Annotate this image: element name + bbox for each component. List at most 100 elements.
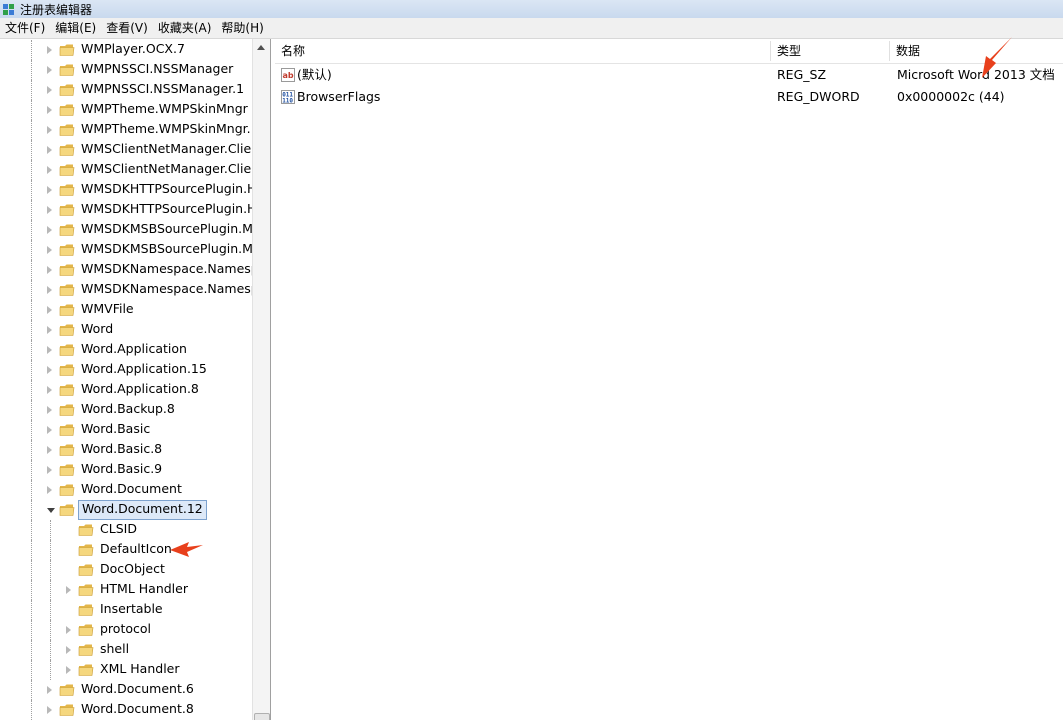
folder-icon (59, 123, 75, 137)
tree-item[interactable]: protocol (0, 620, 252, 640)
folder-icon (78, 563, 94, 577)
tree-guide-line (31, 200, 32, 220)
folder-icon (59, 303, 75, 317)
column-header-name[interactable]: 名称 (275, 39, 775, 63)
expand-arrow-icon[interactable] (47, 406, 52, 414)
expand-arrow-icon[interactable] (47, 306, 52, 314)
tree-guide-line (31, 100, 32, 120)
collapse-arrow-icon[interactable] (47, 508, 55, 513)
expand-arrow-icon[interactable] (47, 46, 52, 54)
tree-item-label: WMSDKNamespace.Namesp (81, 261, 252, 276)
expand-arrow-icon[interactable] (47, 106, 52, 114)
expand-arrow-icon[interactable] (47, 146, 52, 154)
tree-item[interactable]: WMSDKMSBSourcePlugin.MS (0, 220, 252, 240)
tree-item[interactable]: WMPNSSCI.NSSManager (0, 60, 252, 80)
tree-item[interactable]: DefaultIcon (0, 540, 252, 560)
tree-item[interactable]: WMSClientNetManager.Client (0, 160, 252, 180)
menu-view[interactable]: 查看(V) (101, 18, 153, 38)
binary-value-icon: 011 110 (281, 90, 295, 105)
tree-item[interactable]: Word.Application (0, 340, 252, 360)
tree-item-label: Word.Backup.8 (81, 401, 175, 416)
tree-item[interactable]: Word.Document.6 (0, 680, 252, 700)
menu-file[interactable]: 文件(F) (0, 18, 50, 38)
tree-item-label: WMVFile (81, 301, 134, 316)
expand-arrow-icon[interactable] (47, 426, 52, 434)
tree-item[interactable]: DocObject (0, 560, 252, 580)
expand-arrow-icon[interactable] (47, 226, 52, 234)
expand-arrow-icon[interactable] (66, 646, 71, 654)
tree-item[interactable]: Word.Document (0, 480, 252, 500)
expand-arrow-icon[interactable] (47, 126, 52, 134)
tree-item[interactable]: Word.Basic.8 (0, 440, 252, 460)
expand-arrow-icon[interactable] (47, 326, 52, 334)
tree-guide-line (31, 140, 32, 160)
folder-icon (59, 263, 75, 277)
tree-guide-line (31, 700, 32, 720)
expand-arrow-icon[interactable] (47, 366, 52, 374)
expand-arrow-icon[interactable] (47, 86, 52, 94)
tree-item[interactable]: Insertable (0, 600, 252, 620)
tree-guide-line (31, 320, 32, 340)
expand-arrow-icon[interactable] (66, 666, 71, 674)
annotation-arrow-icon (982, 37, 1012, 78)
tree-guide-line (31, 600, 32, 620)
menu-favorites[interactable]: 收藏夹(A) (153, 18, 217, 38)
tree-item[interactable]: HTML Handler (0, 580, 252, 600)
tree-item[interactable]: Word.Basic.9 (0, 460, 252, 480)
expand-arrow-icon[interactable] (47, 706, 52, 714)
tree-item[interactable]: Word.Document.8 (0, 700, 252, 720)
expand-arrow-icon[interactable] (47, 246, 52, 254)
scroll-up-arrow-icon[interactable] (257, 45, 265, 50)
tree-item[interactable]: Word (0, 320, 252, 340)
tree-item-label: WMPTheme.WMPSkinMngr (81, 101, 248, 116)
tree-item[interactable]: CLSID (0, 520, 252, 540)
scroll-thumb[interactable] (254, 713, 270, 720)
expand-arrow-icon[interactable] (47, 266, 52, 274)
expand-arrow-icon[interactable] (47, 486, 52, 494)
tree-item-label: Word.Basic.8 (81, 441, 163, 456)
expand-arrow-icon[interactable] (47, 66, 52, 74)
expand-arrow-icon[interactable] (66, 586, 71, 594)
menu-edit[interactable]: 编辑(E) (50, 18, 101, 38)
expand-arrow-icon[interactable] (47, 286, 52, 294)
tree-guide-line (31, 220, 32, 240)
key-tree-pane[interactable]: WMPlayer.OCX.7 WMPNSSCI.NSSManager WMPNSSC… (0, 39, 271, 720)
list-row-browserflags[interactable]: 011 110 BrowserFlags REG_DWORD 0x0000002… (275, 86, 1063, 108)
column-header-data[interactable]: 数据 (890, 39, 1063, 63)
expand-arrow-icon[interactable] (66, 626, 71, 634)
tree-item[interactable]: WMPTheme.WMPSkinMngr.1 (0, 120, 252, 140)
expand-arrow-icon[interactable] (47, 386, 52, 394)
tree-item[interactable]: WMSDKNamespace.Namesp (0, 280, 252, 300)
tree-guide-line (31, 380, 32, 400)
tree-item[interactable]: WMSClientNetManager.Client (0, 140, 252, 160)
tree-item[interactable]: WMPTheme.WMPSkinMngr (0, 100, 252, 120)
expand-arrow-icon[interactable] (47, 346, 52, 354)
tree-item[interactable]: WMSDKHTTPSourcePlugin.HT (0, 180, 252, 200)
expand-arrow-icon[interactable] (47, 206, 52, 214)
tree-item[interactable]: WMVFile (0, 300, 252, 320)
tree-item[interactable]: WMSDKMSBSourcePlugin.MS (0, 240, 252, 260)
tree-item[interactable]: Word.Backup.8 (0, 400, 252, 420)
tree-vertical-scrollbar[interactable] (252, 39, 270, 720)
expand-arrow-icon[interactable] (47, 186, 52, 194)
menu-help[interactable]: 帮助(H) (216, 18, 268, 38)
column-header-type[interactable]: 类型 (771, 39, 890, 63)
tree-item[interactable]: Word.Document.12 (0, 500, 252, 520)
value-list-pane[interactable]: 名称 类型 数据 ab (默认) REG_SZ Microsoft Word 2… (275, 39, 1063, 720)
folder-icon (59, 83, 75, 97)
tree-item[interactable]: Word.Application.8 (0, 380, 252, 400)
tree-item[interactable]: Word.Basic (0, 420, 252, 440)
expand-arrow-icon[interactable] (47, 686, 52, 694)
expand-arrow-icon[interactable] (47, 466, 52, 474)
list-row-default[interactable]: ab (默认) REG_SZ Microsoft Word 2013 文档 (275, 64, 1063, 86)
tree-item[interactable]: WMSDKNamespace.Namesp (0, 260, 252, 280)
tree-item[interactable]: WMSDKHTTPSourcePlugin.HT (0, 200, 252, 220)
tree-item[interactable]: Word.Application.15 (0, 360, 252, 380)
expand-arrow-icon[interactable] (47, 446, 52, 454)
tree-item[interactable]: WMPNSSCI.NSSManager.1 (0, 80, 252, 100)
tree-item[interactable]: WMPlayer.OCX.7 (0, 40, 252, 60)
tree-item[interactable]: shell (0, 640, 252, 660)
folder-icon (78, 523, 94, 537)
tree-item[interactable]: XML Handler (0, 660, 252, 680)
expand-arrow-icon[interactable] (47, 166, 52, 174)
